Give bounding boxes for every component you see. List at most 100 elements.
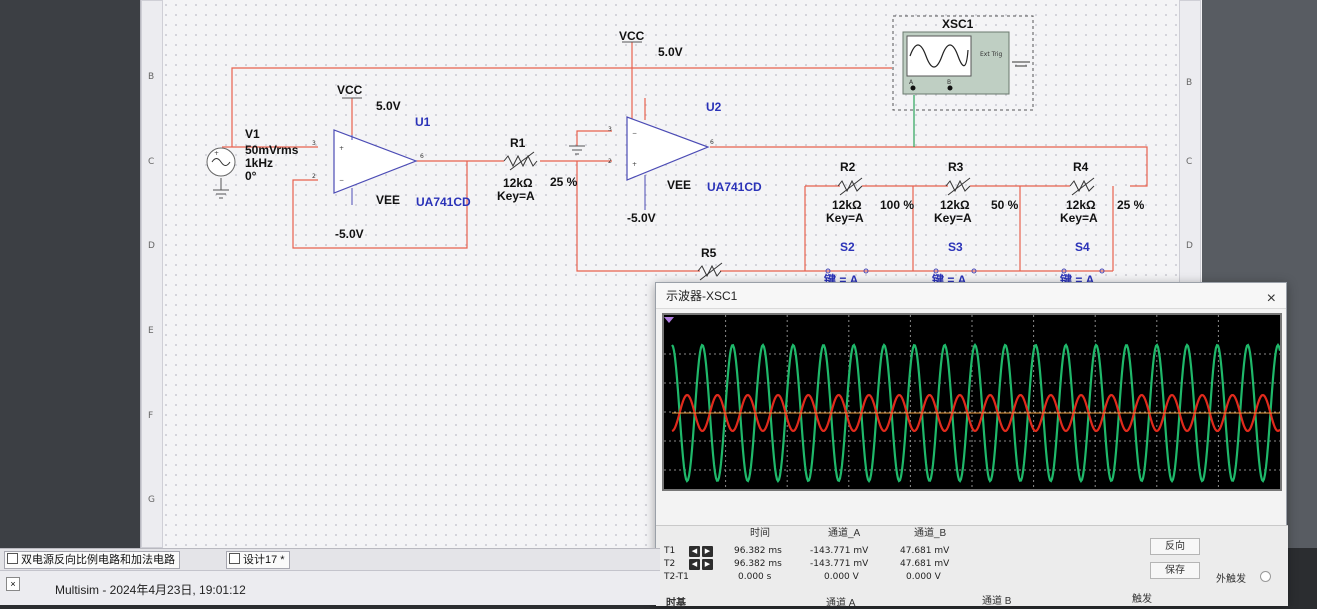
svg-text:2: 2 [312, 173, 316, 180]
r5-ref: R5 [701, 246, 717, 260]
svg-text:+: + [214, 150, 219, 157]
r3-value: 12kΩ [940, 198, 970, 212]
svg-text:2: 2 [608, 158, 612, 165]
oscilloscope-trace-canvas [664, 315, 1282, 489]
schematic-file-icon [229, 553, 240, 564]
v1-frequency: 1kHz [245, 156, 273, 170]
row-t1-ch-a: -143.771 mV [810, 546, 869, 556]
row-delta-label: T2-T1 [664, 572, 689, 582]
oscilloscope-title-bar[interactable]: 示波器-XSC1 × [656, 283, 1286, 309]
status-text: Multisim - 2024年4月23日, 19:01:12 [55, 583, 246, 597]
t1-left-arrow-icon[interactable]: ◀ [689, 546, 700, 557]
save-button[interactable]: 保存 [1150, 562, 1200, 579]
oscilloscope-title: 示波器-XSC1 [666, 289, 738, 303]
r1-key: Key=A [497, 189, 535, 203]
r4-ref: R4 [1073, 160, 1089, 174]
svg-text:+: + [339, 145, 344, 152]
oscilloscope-screen[interactable] [662, 313, 1282, 491]
switch-s3[interactable]: S3 [948, 240, 963, 254]
svg-text:+: + [632, 161, 637, 168]
timebase-label: 时基 [666, 598, 686, 609]
status-bar: × Multisim - 2024年4月23日, 19:01:12 [0, 570, 660, 605]
svg-text:−: − [339, 177, 344, 184]
u1-model: UA741CD [416, 195, 471, 209]
row-t1-ch-b: 47.681 mV [900, 546, 950, 556]
svg-text:6: 6 [420, 153, 424, 160]
r2-percent: 100 % [880, 198, 914, 212]
cursor-t1-marker[interactable] [664, 317, 674, 323]
document-tab-strip: 双电源反向比例电路和加法电路 设计17 * [0, 548, 660, 570]
u1-vee-value: -5.0V [335, 227, 364, 241]
u1-vee-label: VEE [376, 193, 400, 207]
row-t2-ch-b: 47.681 mV [900, 559, 950, 569]
switch-s2[interactable]: S2 [840, 240, 855, 254]
potentiometer-r2[interactable] [837, 177, 863, 196]
v1-name: V1 [245, 127, 260, 141]
col-ch-a-header: 通道_A [828, 528, 861, 539]
row-t1-time: 96.382 ms [734, 546, 782, 556]
svg-text:3: 3 [312, 140, 316, 147]
tab-design17[interactable]: 设计17 * [226, 551, 290, 569]
potentiometer-r1[interactable] [503, 151, 538, 171]
xsc1-ext-trig: Ext Trig [980, 51, 1003, 58]
r4-value: 12kΩ [1066, 198, 1096, 212]
schematic-file-icon [7, 553, 18, 564]
r4-key: Key=A [1060, 211, 1098, 225]
trigger-label: 触发 [1132, 594, 1152, 605]
t2-left-arrow-icon[interactable]: ◀ [689, 559, 700, 570]
r1-value: 12kΩ [503, 176, 533, 190]
r3-ref: R3 [948, 160, 964, 174]
xsc1-ref: XSC1 [942, 17, 974, 31]
row-t2-label: T2 [664, 559, 676, 569]
ext-trigger-label: 外触发 [1216, 574, 1246, 585]
ext-trigger-terminal-icon[interactable] [1260, 571, 1271, 582]
u2-vcc-value: 5.0V [658, 45, 683, 59]
col-time-header: 时间 [750, 528, 770, 539]
opamp-u2[interactable]: − + 3 2 6 [608, 116, 714, 210]
row-t2-ch-a: -143.771 mV [810, 559, 869, 569]
u1-ref: U1 [415, 115, 431, 129]
svg-text:−: − [632, 130, 637, 137]
u2-vcc-label: VCC [619, 29, 645, 43]
reverse-button[interactable]: 反向 [1150, 538, 1200, 555]
row-delta-ch-a: 0.000 V [824, 572, 859, 582]
oscilloscope-window[interactable]: 示波器-XSC1 × 时间 通道_A 通道_B T1 ◀ ▶ 96.382 ms… [655, 282, 1288, 609]
r2-value: 12kΩ [832, 198, 862, 212]
u2-vee-value: -5.0V [627, 211, 656, 225]
r2-ref: R2 [840, 160, 856, 174]
potentiometer-r5[interactable] [697, 262, 723, 281]
opamp-u1[interactable]: + − 3 2 6 [312, 129, 424, 205]
channel-a-label: 通道 A [826, 598, 856, 609]
svg-text:6: 6 [710, 139, 714, 146]
u2-model: UA741CD [707, 180, 762, 194]
tab-dual-supply-circuit[interactable]: 双电源反向比例电路和加法电路 [4, 551, 180, 569]
v1-amplitude: 50mVrms [245, 143, 299, 157]
tab-label: 双电源反向比例电路和加法电路 [21, 554, 175, 566]
potentiometer-r4[interactable] [1069, 177, 1095, 196]
r1-ref: R1 [510, 136, 526, 150]
row-t1-label: T1 [664, 546, 676, 556]
u1-vcc-label: VCC [337, 83, 363, 97]
t2-right-arrow-icon[interactable]: ▶ [702, 559, 713, 570]
potentiometer-r3[interactable] [945, 177, 971, 196]
switch-s4[interactable]: S4 [1075, 240, 1090, 254]
row-delta-ch-b: 0.000 V [906, 572, 941, 582]
r2-key: Key=A [826, 211, 864, 225]
u2-ref: U2 [706, 100, 722, 114]
u1-vcc-value: 5.0V [376, 99, 401, 113]
tab-label: 设计17 * [243, 554, 285, 566]
r3-percent: 50 % [991, 198, 1019, 212]
oscilloscope-readout-panel: 时间 通道_A 通道_B T1 ◀ ▶ 96.382 ms -143.771 m… [656, 525, 1288, 609]
r4-percent: 25 % [1117, 198, 1145, 212]
voltage-source-v1[interactable]: + [206, 147, 236, 177]
col-ch-b-header: 通道_B [914, 528, 947, 539]
close-icon[interactable]: × [6, 577, 20, 591]
r1-percent: 25 % [550, 175, 578, 189]
r3-key: Key=A [934, 211, 972, 225]
row-t2-time: 96.382 ms [734, 559, 782, 569]
v1-phase: 0° [245, 169, 257, 183]
t1-right-arrow-icon[interactable]: ▶ [702, 546, 713, 557]
svg-text:3: 3 [608, 126, 612, 133]
close-icon[interactable]: × [1267, 286, 1276, 312]
row-delta-time: 0.000 s [738, 572, 772, 582]
